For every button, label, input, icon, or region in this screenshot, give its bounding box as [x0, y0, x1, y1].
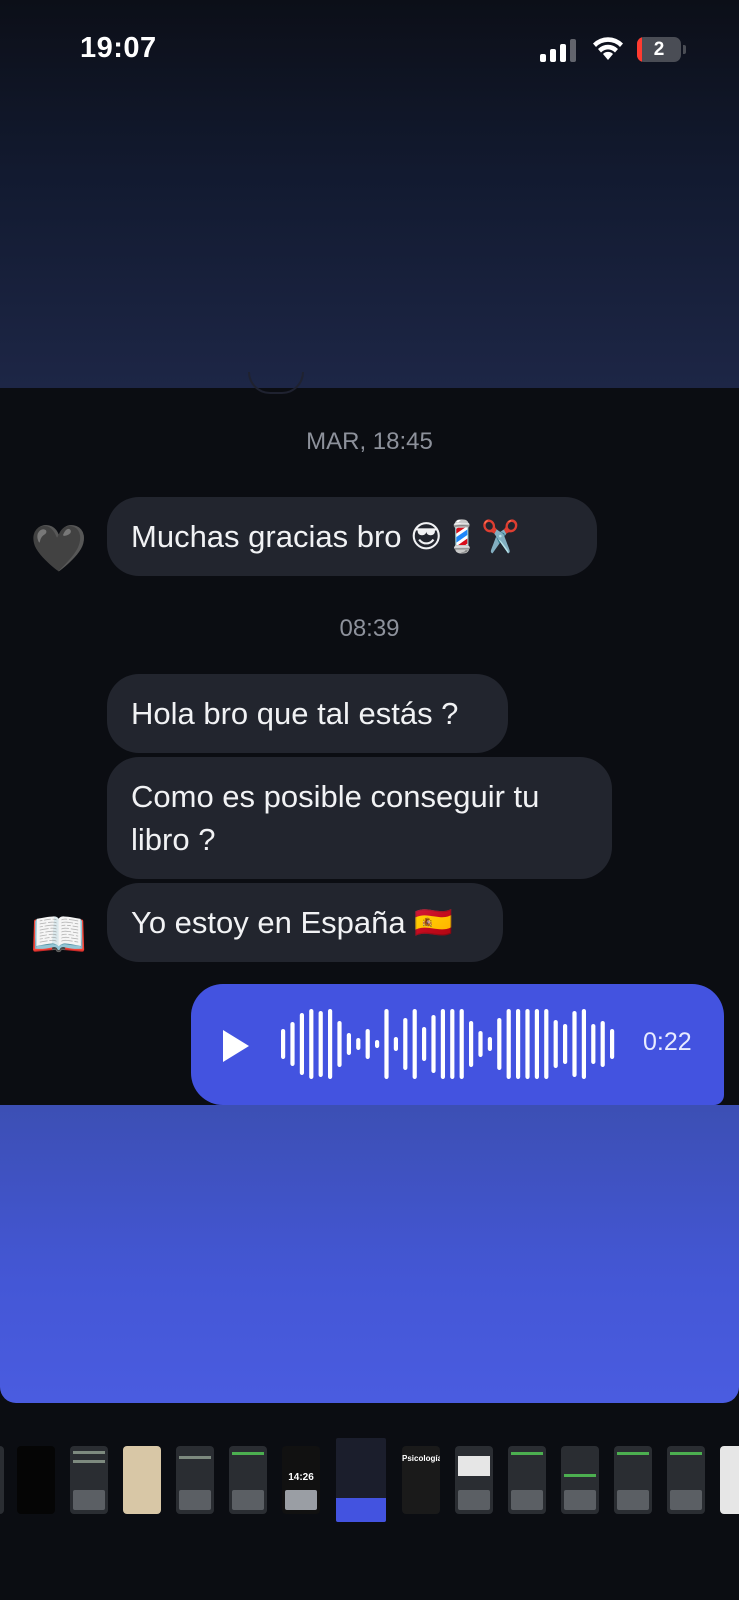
incoming-message[interactable]: Yo estoy en España 🇪🇸: [107, 883, 503, 962]
waveform-bar: [478, 1031, 483, 1057]
voice-duration: 0:22: [643, 1028, 692, 1056]
waveform-bar: [356, 1038, 361, 1050]
thumbnail[interactable]: [508, 1446, 546, 1514]
thumbnail[interactable]: [667, 1446, 705, 1514]
incoming-message[interactable]: Como es posible conseguir tu libro ?: [107, 757, 612, 879]
waveform-bar: [412, 1009, 417, 1079]
voice-message-preview-panel: [0, 1105, 739, 1403]
time-separator: 08:39: [339, 615, 400, 642]
waveform-bar: [572, 1011, 577, 1077]
thumbnail-title: Psicología: [402, 1454, 440, 1463]
waveform-bar: [384, 1009, 389, 1079]
waveform-bar: [469, 1021, 474, 1067]
waveform-bar: [337, 1021, 342, 1067]
screenshot-thumbnail-strip: 14:26 Psicología: [0, 1436, 739, 1526]
play-icon[interactable]: [223, 1030, 249, 1062]
waveform-bar: [346, 1033, 351, 1055]
voice-message[interactable]: 0:22: [191, 984, 724, 1105]
incoming-message[interactable]: Hola bro que tal estás ?: [107, 674, 508, 753]
thumbnail[interactable]: Psicología: [402, 1446, 440, 1514]
waveform-bar: [544, 1009, 549, 1079]
thumbnail[interactable]: [455, 1446, 493, 1514]
waveform: [281, 1009, 615, 1079]
waveform-bar: [534, 1009, 539, 1079]
waveform-bar: [309, 1009, 314, 1079]
battery-icon: 2: [637, 37, 687, 62]
waveform-bar: [281, 1029, 286, 1059]
date-separator: MAR, 18:45: [306, 428, 433, 455]
scroll-indicator: [248, 372, 304, 394]
waveform-bar: [422, 1027, 427, 1061]
waveform-bar: [299, 1013, 304, 1075]
waveform-bar: [600, 1021, 605, 1067]
thumbnail-current[interactable]: [336, 1438, 386, 1522]
thumbnail[interactable]: [720, 1446, 739, 1514]
waveform-bar: [525, 1009, 530, 1079]
waveform-bar: [553, 1020, 558, 1068]
thumbnail[interactable]: [229, 1446, 267, 1514]
waveform-bar: [516, 1009, 521, 1079]
thumbnail[interactable]: 14:26: [282, 1446, 320, 1514]
waveform-bar: [459, 1009, 464, 1079]
waveform-bar: [581, 1009, 586, 1079]
sender-avatar-book[interactable]: 📖: [30, 906, 87, 962]
thumbnail[interactable]: [561, 1446, 599, 1514]
waveform-bar: [440, 1009, 445, 1079]
waveform-bar: [431, 1015, 436, 1073]
thumbnail[interactable]: [614, 1446, 652, 1514]
waveform-bar: [328, 1009, 333, 1079]
incoming-message[interactable]: Muchas gracias bro 😎💈✂️: [107, 497, 597, 576]
status-bar: 19:07 2: [0, 0, 739, 100]
waveform-bar: [563, 1024, 568, 1064]
thumbnail[interactable]: [176, 1446, 214, 1514]
waveform-bar: [375, 1040, 380, 1048]
thumbnail[interactable]: [123, 1446, 161, 1514]
sender-avatar-heart[interactable]: 🖤: [30, 520, 87, 576]
cellular-signal-icon: [540, 38, 578, 62]
thumbnail[interactable]: [70, 1446, 108, 1514]
waveform-bar: [403, 1018, 408, 1070]
waveform-bar: [290, 1022, 295, 1066]
waveform-bar: [450, 1009, 455, 1079]
waveform-bar: [610, 1029, 615, 1059]
waveform-bar: [393, 1037, 398, 1051]
waveform-bar: [591, 1024, 596, 1064]
waveform-bar: [365, 1029, 370, 1059]
waveform-bar: [487, 1037, 492, 1051]
thumbnail-clock: 14:26: [288, 1472, 314, 1483]
waveform-bar: [497, 1018, 502, 1070]
waveform-bar: [506, 1009, 511, 1079]
battery-level: 2: [653, 39, 665, 60]
status-time: 19:07: [80, 32, 157, 64]
wifi-icon: [590, 34, 626, 62]
waveform-bar: [318, 1011, 323, 1077]
thumbnail[interactable]: [17, 1446, 55, 1514]
thumbnail[interactable]: [0, 1446, 4, 1514]
